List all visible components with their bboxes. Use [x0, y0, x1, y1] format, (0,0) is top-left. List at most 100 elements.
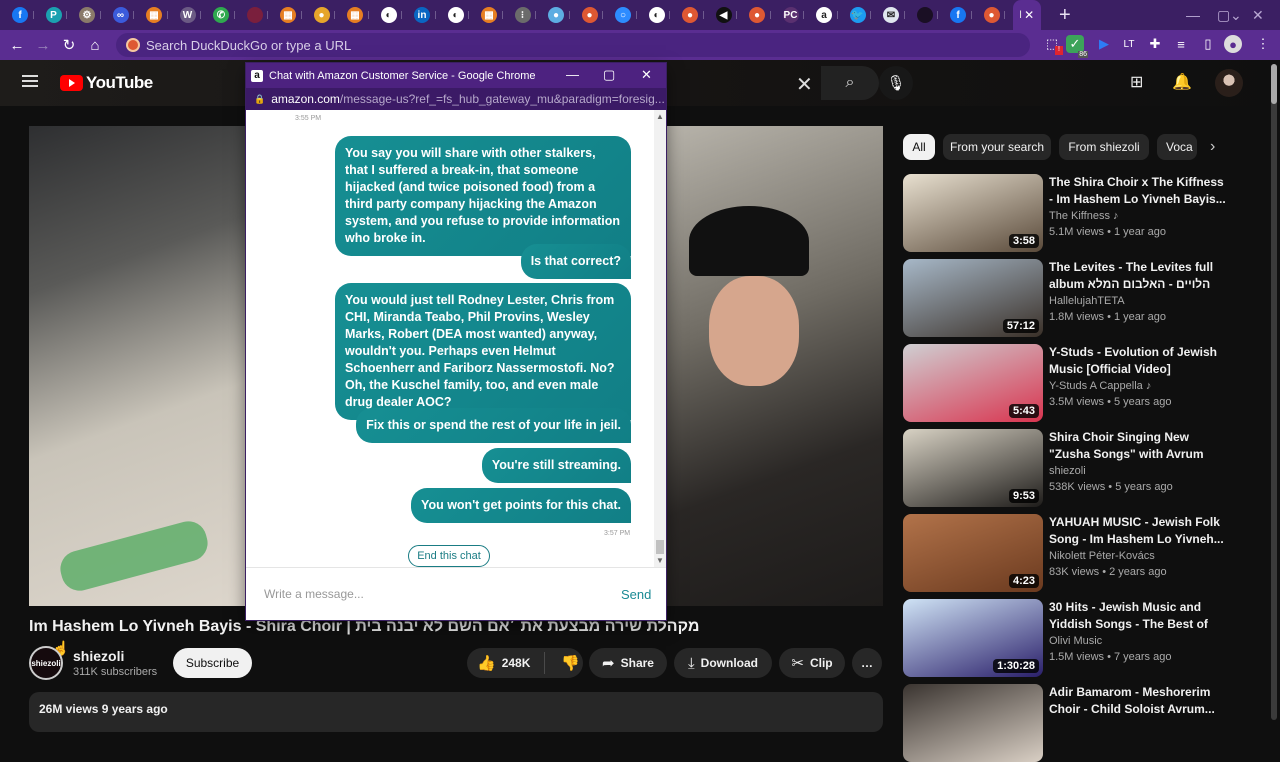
- grammar-extension-icon[interactable]: ✓ 86: [1066, 35, 1088, 58]
- end-chat-button[interactable]: End this chat: [408, 545, 490, 567]
- like-icon[interactable]: 👍: [477, 654, 496, 672]
- browser-tab[interactable]: [243, 0, 277, 30]
- video-thumbnail[interactable]: [903, 684, 1043, 762]
- more-actions-button[interactable]: …: [852, 648, 882, 678]
- browser-tab[interactable]: f: [8, 0, 42, 30]
- video-thumbnail[interactable]: 9:53: [903, 429, 1043, 507]
- close-window-icon[interactable]: ✕: [1252, 0, 1264, 30]
- browser-tab[interactable]: a: [812, 0, 846, 30]
- popup-close-icon[interactable]: ✕: [641, 67, 652, 83]
- forward-button[interactable]: →: [30, 32, 56, 58]
- subscribe-button[interactable]: Subscribe: [173, 648, 252, 678]
- clip-button[interactable]: ✂ Clip: [779, 648, 845, 678]
- recommended-channel[interactable]: Y-Studs A Cappella ♪: [1049, 380, 1151, 392]
- browser-tab[interactable]: ●: [980, 0, 1014, 30]
- browser-tab[interactable]: ●: [544, 0, 578, 30]
- browser-tab[interactable]: PC: [779, 0, 813, 30]
- browser-tab[interactable]: ○: [611, 0, 645, 30]
- like-count[interactable]: 248K: [502, 656, 531, 670]
- recommended-video[interactable]: 57:12 The Levites - The Levites full albu…: [903, 259, 1263, 337]
- side-panel-icon[interactable]: ▯: [1197, 33, 1219, 55]
- chip-from-your-search[interactable]: From your search: [943, 134, 1051, 160]
- scroll-thumb[interactable]: [656, 540, 664, 554]
- scroll-down-icon[interactable]: ▼: [656, 556, 664, 565]
- video-thumbnail[interactable]: 1:30:28: [903, 599, 1043, 677]
- dislike-icon[interactable]: 👎: [561, 654, 580, 672]
- recommended-video-title[interactable]: 30 Hits - Jewish Music and Yiddish Songs…: [1049, 599, 1227, 633]
- browser-tab[interactable]: W: [176, 0, 210, 30]
- browser-tab[interactable]: [913, 0, 947, 30]
- recommended-video[interactable]: 9:53 Shira Choir Singing New "Zusha Songs…: [903, 429, 1263, 507]
- browser-tab[interactable]: ⚙: [75, 0, 109, 30]
- bookmark-extension-icon[interactable]: ⬚!: [1041, 33, 1063, 55]
- notifications-bell-icon[interactable]: 🔔: [1172, 72, 1192, 92]
- video-thumbnail[interactable]: 3:58: [903, 174, 1043, 252]
- popup-url-bar[interactable]: 🔒 amazon.com/message-us?ref_=fs_hub_gate…: [246, 88, 666, 110]
- recommended-video-title[interactable]: Y-Studs - Evolution of Jewish Music [Off…: [1049, 344, 1227, 378]
- browser-tab[interactable]: ∞: [109, 0, 143, 30]
- browser-tab[interactable]: 🐦: [846, 0, 880, 30]
- popup-title-bar[interactable]: a Chat with Amazon Customer Service - Go…: [246, 63, 666, 88]
- channel-name[interactable]: shiezoli: [73, 648, 124, 664]
- recommended-channel[interactable]: shiezoli: [1049, 465, 1086, 477]
- profile-icon[interactable]: ●: [1224, 35, 1242, 53]
- player-extension-icon[interactable]: ▶: [1093, 33, 1115, 55]
- message-input[interactable]: [264, 582, 584, 606]
- browser-tab[interactable]: f: [946, 0, 980, 30]
- browser-tab[interactable]: ▦: [142, 0, 176, 30]
- browser-tab[interactable]: in: [410, 0, 444, 30]
- browser-tab[interactable]: ▦: [276, 0, 310, 30]
- video-thumbnail[interactable]: 5:43: [903, 344, 1043, 422]
- recommended-channel[interactable]: HallelujahTETA: [1049, 295, 1125, 307]
- description-box[interactable]: 26M views 9 years ago: [29, 692, 883, 732]
- recommended-video[interactable]: 1:30:28 30 Hits - Jewish Music and Yiddis…: [903, 599, 1263, 677]
- recommended-channel[interactable]: Nikolett Péter-Kovács: [1049, 550, 1155, 562]
- recommended-video-title[interactable]: Shira Choir Singing New "Zusha Songs" wi…: [1049, 429, 1227, 463]
- chip-from-shiezoli[interactable]: From shiezoli: [1059, 134, 1149, 160]
- chevron-right-icon[interactable]: ›: [1210, 138, 1215, 156]
- browser-tab[interactable]: ●: [678, 0, 712, 30]
- back-button[interactable]: ←: [4, 32, 30, 58]
- home-button[interactable]: ⌂: [82, 32, 108, 58]
- tab-search-icon[interactable]: ⌄: [1230, 0, 1242, 30]
- video-thumbnail[interactable]: 57:12: [903, 259, 1043, 337]
- address-bar[interactable]: Search DuckDuckGo or type a URL: [116, 33, 1030, 57]
- chip-all[interactable]: All: [903, 134, 935, 160]
- search-button[interactable]: ⌕: [821, 66, 879, 100]
- browser-tab[interactable]: P: [42, 0, 76, 30]
- share-button[interactable]: ➦ Share: [589, 648, 667, 678]
- browser-tab[interactable]: ⁝: [511, 0, 545, 30]
- popup-maximize-icon[interactable]: ▢: [603, 67, 615, 83]
- recommended-video[interactable]: 5:43 Y-Studs - Evolution of Jewish Music …: [903, 344, 1263, 422]
- account-avatar[interactable]: [1215, 69, 1243, 97]
- active-browser-tab[interactable]: I ✕: [1013, 0, 1041, 30]
- chip-vocal[interactable]: Voca: [1157, 134, 1197, 160]
- new-tab-button[interactable]: +: [1059, 4, 1083, 27]
- browser-tab[interactable]: ●: [578, 0, 612, 30]
- page-scrollbar[interactable]: [1271, 64, 1277, 720]
- browser-tab[interactable]: ▦: [343, 0, 377, 30]
- chat-scrollbar[interactable]: ▲ ▼: [654, 110, 666, 567]
- clear-search-icon[interactable]: ✕: [796, 72, 813, 97]
- youtube-logo[interactable]: YouTube: [60, 73, 153, 93]
- recommended-video-title[interactable]: YAHUAH MUSIC - Jewish Folk Song - Im Has…: [1049, 514, 1227, 548]
- extensions-puzzle-icon[interactable]: ✚: [1144, 33, 1166, 55]
- browser-tab[interactable]: ◀: [712, 0, 746, 30]
- recommended-video[interactable]: 3:58 The Shira Choir x The Kiffness - Im …: [903, 174, 1263, 252]
- recommended-channel[interactable]: The Kiffness ♪: [1049, 210, 1119, 222]
- browser-tab[interactable]: ✆: [209, 0, 243, 30]
- video-thumbnail[interactable]: 4:23: [903, 514, 1043, 592]
- popup-minimize-icon[interactable]: —: [566, 67, 579, 82]
- minimize-icon[interactable]: —: [1186, 0, 1200, 30]
- browser-tab[interactable]: ◐: [444, 0, 478, 30]
- recommended-video[interactable]: Adir Bamarom - Meshorerim Choir - Child …: [903, 684, 1263, 762]
- maximize-icon[interactable]: ▢: [1217, 0, 1230, 30]
- recommended-video[interactable]: 4:23 YAHUAH MUSIC - Jewish Folk Song - Im…: [903, 514, 1263, 592]
- browser-menu-icon[interactable]: ⋮: [1252, 33, 1274, 55]
- recommended-video-title[interactable]: Adir Bamarom - Meshorerim Choir - Child …: [1049, 684, 1227, 718]
- create-video-icon[interactable]: ⊞: [1130, 72, 1143, 92]
- browser-tab[interactable]: ◐: [645, 0, 679, 30]
- send-button[interactable]: Send: [621, 587, 651, 602]
- reload-button[interactable]: ↻: [56, 32, 82, 58]
- download-button[interactable]: ⤓ Download: [674, 648, 772, 678]
